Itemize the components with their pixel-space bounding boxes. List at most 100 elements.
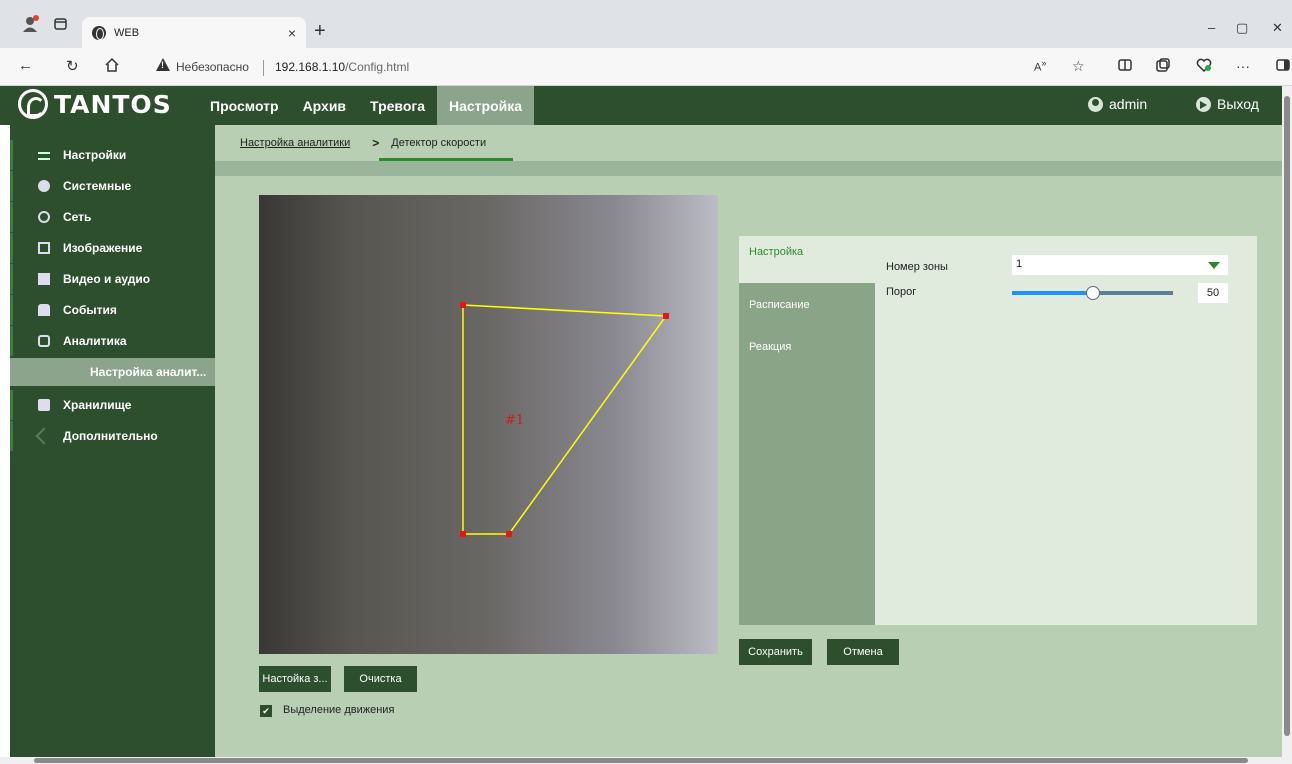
threshold-slider-thumb[interactable] [1085, 286, 1100, 300]
address-bar: ← ↻ Небезопасно 192.168.1.10/Config.html… [0, 48, 1292, 86]
more-menu-icon[interactable]: ··· [1236, 58, 1250, 74]
zone-number-select[interactable]: 1 [1012, 255, 1228, 275]
sidebar-item-image[interactable]: Изображение [10, 233, 215, 263]
sidebar-item-events[interactable]: События [10, 295, 215, 325]
zone-number-value: 1 [1016, 258, 1023, 270]
back-icon[interactable]: ← [18, 57, 33, 74]
breadcrumb: Настройка аналитики > Детектор скорости [240, 136, 486, 150]
top-nav: Просмотр Архив Тревога Настройка [198, 86, 535, 125]
sidebar-item-label: Настройка аналит... [90, 365, 207, 379]
maximize-button[interactable]: ▢ [1236, 20, 1248, 36]
threshold-slider[interactable] [1012, 286, 1173, 300]
user-icon [1088, 96, 1103, 112]
browser-tab[interactable]: WEB × [82, 17, 306, 48]
main-content: Настройка аналитики > Детектор скорости … [215, 125, 1282, 757]
split-screen-icon[interactable] [1118, 58, 1132, 75]
zone-overlay[interactable] [259, 195, 718, 654]
threshold-value-input[interactable]: 50 [1198, 283, 1228, 303]
zone-vertex-handle[interactable] [506, 531, 512, 537]
profile-icon[interactable] [20, 13, 42, 35]
settings-panel: Настройка Расписание Реакция Номер зоны … [739, 236, 1257, 625]
zone-number-label: Номер зоны [886, 261, 948, 273]
sidebar-item-label: Настройки [63, 148, 127, 162]
tab-settings[interactable]: Настройка [739, 236, 875, 283]
favorite-star-icon[interactable]: ☆ [1072, 58, 1085, 75]
zone-vertex-handle[interactable] [460, 302, 466, 308]
sidebar-subitem-analytics-setup[interactable]: Настройка аналит... [10, 358, 215, 386]
nav-view[interactable]: Просмотр [198, 86, 291, 125]
sidebar-item-advanced[interactable]: Дополнительно [10, 421, 215, 451]
sidebar-item-system[interactable]: Системные [10, 171, 215, 201]
sidebar-item-label: Хранилище [63, 398, 132, 412]
performance-heart-icon[interactable] [1196, 58, 1212, 75]
read-aloud-icon[interactable]: A» [1034, 58, 1046, 74]
logout-label: Выход [1217, 96, 1259, 112]
tab-title: WEB [114, 26, 140, 39]
breadcrumb-parent-link[interactable]: Настройка аналитики [240, 137, 350, 149]
refresh-icon[interactable]: ↻ [66, 57, 79, 75]
vertical-scrollbar[interactable] [1282, 86, 1292, 757]
tab-reaction[interactable]: Реакция [739, 331, 875, 378]
warning-icon[interactable] [156, 58, 170, 71]
zone-vertex-handle[interactable] [460, 531, 466, 537]
chevron-down-icon[interactable] [1208, 262, 1220, 269]
security-status[interactable]: Небезопасно [176, 60, 249, 74]
threshold-label: Порог [886, 286, 917, 298]
video-icon [38, 273, 50, 285]
home-icon[interactable] [104, 57, 120, 77]
sidebar: Настройки Системные Сеть Изображение Вид… [10, 125, 215, 757]
threshold-slider-fill [1012, 291, 1093, 295]
event-icon [38, 304, 50, 316]
minimize-button[interactable]: – [1208, 20, 1215, 35]
browser-tab-bar: WEB × + – ▢ ✕ [0, 0, 1292, 48]
tab-schedule[interactable]: Расписание [739, 289, 875, 336]
clear-button[interactable]: Очистка [344, 666, 417, 692]
storage-icon [38, 399, 50, 411]
nav-archive[interactable]: Архив [291, 86, 358, 125]
sidebar-item-label: Аналитика [63, 334, 127, 348]
settings-tabs: Настройка Расписание Реакция [739, 236, 875, 625]
tab-close-icon[interactable]: × [288, 25, 296, 41]
zone-polygon[interactable] [462, 304, 668, 535]
sidebar-item-storage[interactable]: Хранилище [10, 390, 215, 420]
analytics-icon [38, 335, 50, 347]
horizontal-scrollbar-thumb[interactable] [34, 758, 1248, 763]
user-menu[interactable]: admin [1088, 96, 1147, 112]
url-field[interactable]: 192.168.1.10/Config.html [275, 60, 409, 74]
sidebar-item-label: Изображение [63, 241, 143, 255]
horizontal-scrollbar[interactable] [0, 757, 1292, 764]
zone-vertex-handle[interactable] [663, 313, 669, 319]
info-icon [38, 180, 50, 192]
nav-settings[interactable]: Настройка [437, 86, 535, 125]
new-tab-button[interactable]: + [314, 20, 326, 43]
sidebar-item-label: Видео и аудио [63, 272, 151, 286]
vertical-scrollbar-thumb[interactable] [1284, 96, 1290, 736]
close-window-button[interactable]: ✕ [1272, 20, 1283, 36]
list-icon [38, 152, 50, 160]
sidebar-item-analytics[interactable]: Аналитика [10, 326, 215, 356]
username: admin [1109, 96, 1148, 112]
motion-highlight-checkbox[interactable]: ✔ [260, 705, 272, 717]
tab-actions-icon[interactable] [50, 13, 72, 35]
globe-icon [92, 25, 106, 40]
logout-button[interactable]: Выход [1196, 96, 1259, 112]
sidebar-toggle-icon[interactable] [1276, 58, 1290, 75]
nav-alarm[interactable]: Тревога [358, 86, 437, 125]
header-strip [215, 161, 1282, 176]
camera-preview[interactable]: #1 [259, 195, 718, 654]
app-header: TANTOS Просмотр Архив Тревога Настройка … [0, 86, 1292, 125]
url-host: 192.168.1.10 [275, 60, 346, 74]
tools-icon [35, 427, 53, 445]
address-divider [263, 60, 264, 76]
motion-highlight-label: Выделение движения [283, 704, 395, 716]
cancel-button[interactable]: Отмена [827, 639, 899, 665]
zone-setup-button[interactable]: Настойка з... [259, 666, 331, 692]
sidebar-item-label: События [63, 303, 117, 317]
collections-icon[interactable] [1156, 58, 1170, 75]
sidebar-item-video-audio[interactable]: Видео и аудио [10, 264, 215, 294]
zone-label: #1 [505, 413, 525, 428]
save-button[interactable]: Сохранить [739, 639, 812, 665]
sidebar-item-network[interactable]: Сеть [10, 202, 215, 232]
sidebar-item-settings[interactable]: Настройки [10, 140, 215, 170]
sidebar-item-label: Системные [63, 179, 132, 193]
